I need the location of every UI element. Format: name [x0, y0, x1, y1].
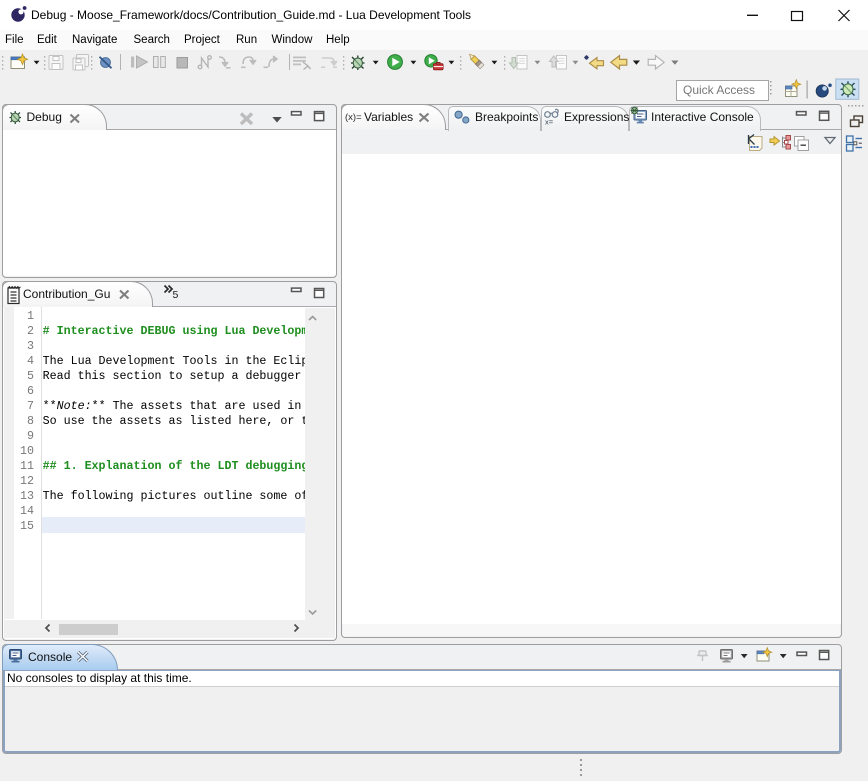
svg-text:5: 5 [173, 289, 179, 301]
svg-text:x=: x= [545, 118, 554, 127]
svg-text:(x)=: (x)= [345, 112, 362, 123]
